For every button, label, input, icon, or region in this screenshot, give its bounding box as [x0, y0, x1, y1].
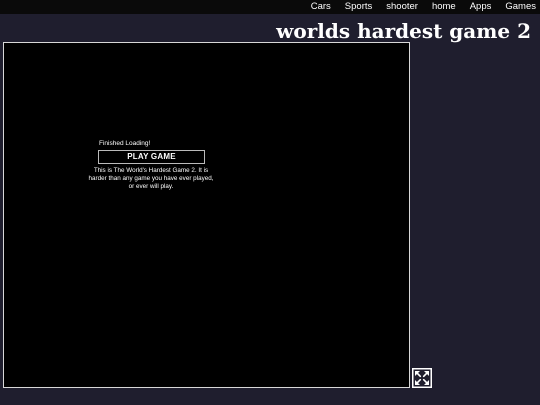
nav-item-apps[interactable]: Apps	[470, 0, 492, 14]
nav-item-games[interactable]: Games	[505, 0, 536, 14]
expand-arrows-icon	[413, 369, 431, 387]
game-description: This is The World's Hardest Game 2. It i…	[88, 167, 214, 190]
nav-item-home[interactable]: home	[432, 0, 456, 14]
nav-item-cars[interactable]: Cars	[311, 0, 331, 14]
nav-item-shooter[interactable]: shooter	[386, 0, 418, 14]
top-nav-items: Cars Sports shooter home Apps Games	[297, 0, 536, 14]
page-title: worlds hardest game 2	[276, 19, 531, 43]
top-nav-bar: Cars Sports shooter home Apps Games	[0, 0, 540, 14]
fullscreen-button[interactable]	[412, 368, 432, 388]
loading-status-text: Finished Loading!	[99, 140, 151, 147]
play-game-button[interactable]: PLAY GAME	[98, 150, 205, 164]
nav-item-sports[interactable]: Sports	[345, 0, 372, 14]
game-canvas[interactable]: Finished Loading! PLAY GAME This is The …	[3, 42, 410, 388]
